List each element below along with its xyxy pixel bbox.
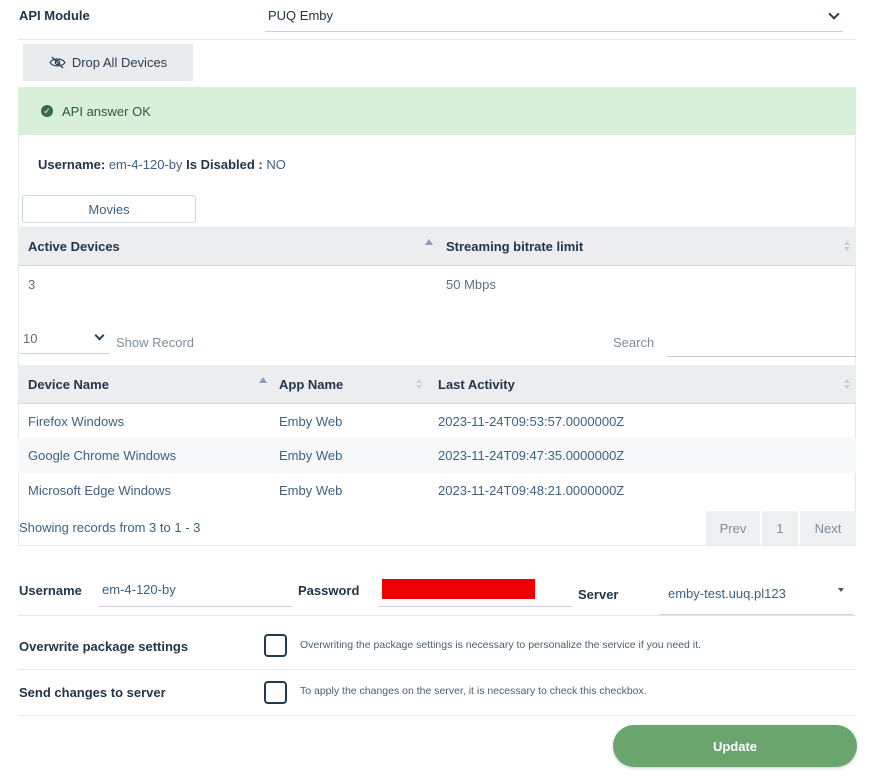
username-value: em-4-120-by <box>102 582 176 597</box>
caret-down-icon <box>838 588 844 592</box>
disabled-info-value: NO <box>266 157 286 172</box>
username-info-label: Username: <box>38 157 106 172</box>
send-changes-label: Send changes to server <box>19 685 166 700</box>
device-name-cell: Firefox Windows <box>28 413 125 429</box>
device-name-cell: Microsoft Edge Windows <box>28 483 172 498</box>
limits-table-header: Active Devices Streaming bitrate limit <box>18 227 856 266</box>
overwrite-note: Overwriting the package settings is nece… <box>300 639 701 651</box>
drop-all-devices-button[interactable]: Drop All Devices <box>23 44 193 81</box>
last-activity-cell: 2023-11-24T09:53:57.0000000Z <box>438 413 625 429</box>
sort-asc-icon <box>425 239 433 245</box>
app-name-cell: Emby Web <box>279 483 343 498</box>
sort-icon <box>844 241 850 251</box>
api-status-alert: ✓ API answer OK <box>18 87 856 135</box>
last-activity-cell: 2023-11-24T09:47:35.0000000Z <box>438 448 625 463</box>
chevron-down-icon <box>828 8 840 20</box>
col-app-name[interactable]: App Name <box>279 365 343 403</box>
server-select[interactable]: emby-test.uuq.pl123 <box>660 576 853 615</box>
devices-table-header: Device Name App Name Last Activity <box>18 365 856 404</box>
col-streaming-bitrate[interactable]: Streaming bitrate limit <box>446 227 583 265</box>
col-last-activity[interactable]: Last Activity <box>438 365 515 403</box>
api-module-label: API Module <box>19 8 90 23</box>
user-info: Username: em-4-120-by Is Disabled : NO <box>38 157 286 172</box>
server-value: emby-test.uuq.pl123 <box>668 586 786 601</box>
password-label: Password <box>298 583 360 598</box>
search-input[interactable] <box>667 328 856 357</box>
api-status-message: API answer OK <box>62 103 151 119</box>
overwrite-label: Overwrite package settings <box>19 639 189 654</box>
overwrite-checkbox[interactable] <box>264 634 287 657</box>
username-info-value: em-4-120-by <box>108 157 183 172</box>
update-button-label: Update <box>712 738 758 754</box>
sort-icon <box>416 379 422 389</box>
check-circle-icon: ✓ <box>41 105 53 117</box>
redacted-password <box>382 579 535 599</box>
tab-movies-label: Movies <box>88 201 130 217</box>
col-device-name[interactable]: Device Name <box>28 365 109 403</box>
page-size-select[interactable]: 10 <box>20 327 109 354</box>
username-input[interactable]: em-4-120-by <box>98 574 292 607</box>
table-row[interactable]: Google Chrome Windows Emby Web 2023-11-2… <box>18 438 856 473</box>
sort-asc-icon <box>259 377 267 383</box>
records-summary: Showing records from 3 to 1 - 3 <box>19 520 201 535</box>
chevron-down-icon <box>94 330 105 341</box>
password-input[interactable] <box>378 574 572 607</box>
send-changes-note: To apply the changes on the server, it i… <box>300 685 647 697</box>
update-button[interactable]: Update <box>613 725 857 767</box>
bitrate-limit-value: 50 Mbps <box>446 276 496 292</box>
active-devices-value: 3 <box>28 276 36 292</box>
col-active-devices[interactable]: Active Devices <box>28 227 120 265</box>
disabled-info-label: Is Disabled : <box>186 157 263 172</box>
table-row[interactable]: Microsoft Edge Windows Emby Web 2023-11-… <box>18 473 856 508</box>
limits-table-row: 3 50 Mbps <box>18 266 856 302</box>
device-name-cell: Google Chrome Windows <box>28 448 177 463</box>
pager-page-1[interactable]: 1 <box>762 511 798 545</box>
send-changes-checkbox[interactable] <box>264 681 287 704</box>
app-name-cell: Emby Web <box>279 448 343 463</box>
show-record-label: Show Record <box>116 335 195 350</box>
username-label: Username <box>19 583 82 598</box>
server-label: Server <box>578 587 619 602</box>
drop-all-devices-label: Drop All Devices <box>71 55 168 70</box>
pager-prev-button[interactable]: Prev <box>706 511 760 545</box>
table-row[interactable]: Firefox Windows Emby Web 2023-11-24T09:5… <box>18 404 856 438</box>
tab-movies[interactable]: Movies <box>22 195 196 223</box>
sort-icon <box>844 379 850 389</box>
page-size-value: 10 <box>23 331 38 346</box>
pager-next-button[interactable]: Next <box>800 511 856 545</box>
search-label: Search <box>613 335 655 350</box>
api-module-value: PUQ Emby <box>268 8 334 23</box>
app-name-cell: Emby Web <box>279 413 343 429</box>
last-activity-cell: 2023-11-24T09:48:21.0000000Z <box>438 483 625 498</box>
eye-slash-icon <box>49 56 66 69</box>
api-module-select[interactable]: PUQ Emby <box>265 2 843 32</box>
